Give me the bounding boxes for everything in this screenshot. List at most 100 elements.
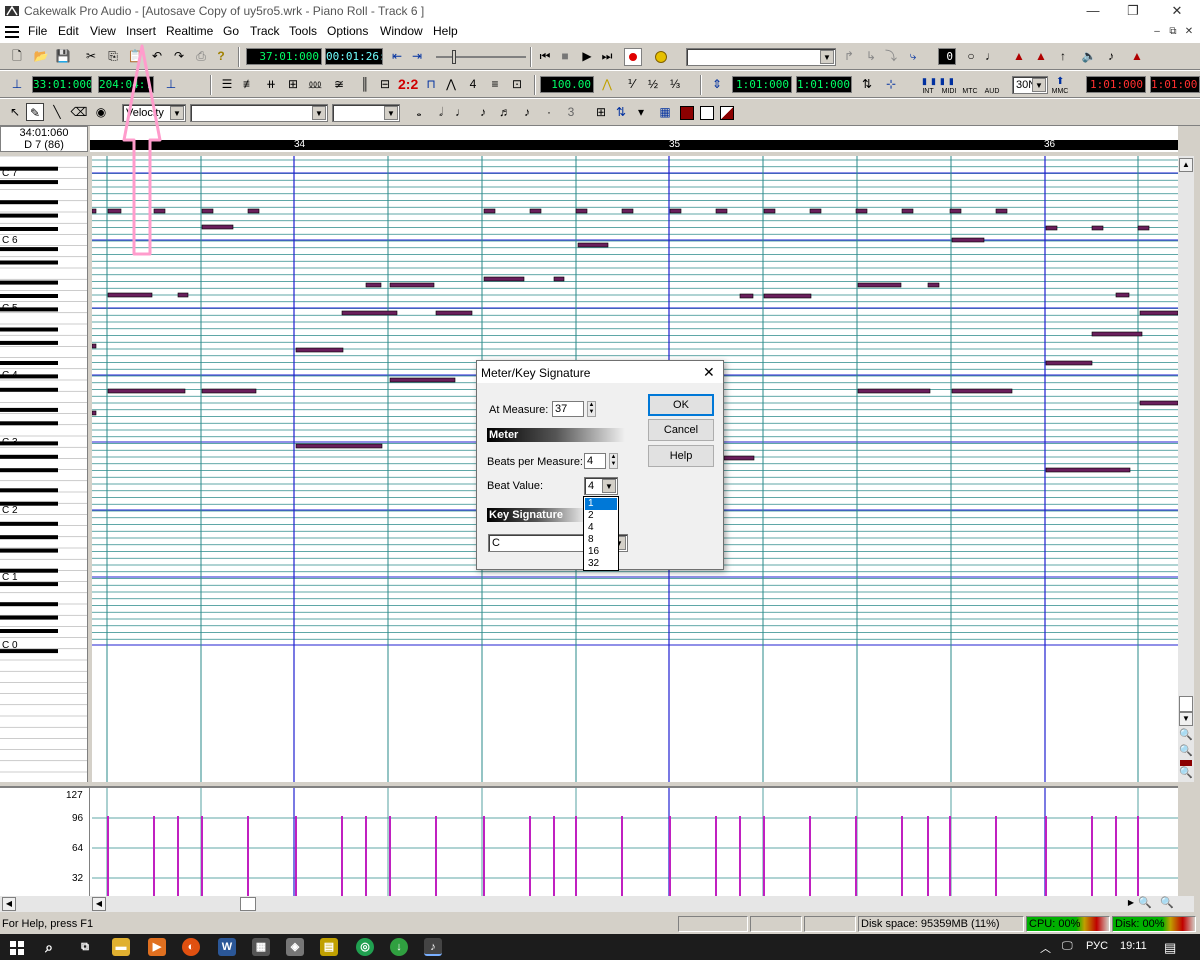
black-key[interactable] [0, 327, 58, 332]
go-to-end-icon[interactable]: ⏭ [598, 47, 616, 65]
scroll-right-icon[interactable]: ▶ [1124, 897, 1138, 911]
tempo-view-icon[interactable]: ⊓ [422, 75, 440, 93]
event-list-icon[interactable]: ⅏ [306, 75, 324, 93]
note-event[interactable] [949, 208, 962, 214]
note-event[interactable] [951, 237, 985, 243]
rewind-to-start-icon[interactable]: ⏮ [536, 47, 554, 65]
at-measure-spinner[interactable]: ▲ ▼ [587, 401, 596, 417]
black-key[interactable] [0, 387, 58, 392]
selection-from-display[interactable]: 33:01:000 [32, 76, 92, 93]
task-view-icon[interactable]: ⧉ [76, 938, 94, 956]
black-key[interactable] [0, 294, 58, 298]
menu-realtime[interactable]: Realtime [166, 24, 213, 38]
note-event[interactable] [1115, 292, 1130, 298]
sync-midi-label[interactable]: MIDI [940, 88, 958, 95]
vertical-scrollbar[interactable]: ▲ ▼ 🔍 🔍 🔍 [1178, 156, 1194, 782]
velocity-pane[interactable]: 127 96 64 32 [0, 786, 1178, 898]
scroll-left-2-icon[interactable]: ◀ [92, 897, 106, 911]
draw-tool-icon[interactable]: ✎ [26, 103, 44, 121]
tempo-ratio-3-icon[interactable]: ⅓ [666, 75, 684, 93]
zoom-out-horizontal-icon[interactable]: 🔍 [1138, 896, 1152, 909]
note-event[interactable] [92, 343, 97, 349]
stop-icon[interactable]: ■ [556, 47, 574, 65]
new-file-icon[interactable]: 🗋 [8, 47, 26, 65]
open-folder-icon[interactable]: 📂 [32, 47, 50, 65]
dialog-close-icon[interactable]: ✕ [703, 364, 715, 381]
sysx-view-icon[interactable]: ≡ [486, 75, 504, 93]
transpose-dropdown-icon[interactable]: ▾ [632, 103, 650, 121]
black-key[interactable] [0, 213, 58, 218]
close-button[interactable]: ✕ [1154, 0, 1200, 22]
beats-per-measure-input[interactable]: 4 [584, 453, 606, 469]
tempo-graph-icon[interactable]: ⋀ [442, 75, 460, 93]
scrub-tool-icon[interactable]: ◉ [92, 103, 110, 121]
calculator-icon[interactable]: ▦ [252, 938, 270, 956]
save-icon[interactable]: 💾 [54, 47, 72, 65]
step-back-icon[interactable]: ↱ [840, 47, 858, 65]
network-icon[interactable]: 🖵 [1062, 940, 1073, 953]
note-event[interactable] [715, 208, 728, 214]
note-event[interactable] [483, 208, 496, 214]
cakewalk-app-icon[interactable] [4, 3, 20, 19]
beat-option-2[interactable]: 2 [585, 510, 617, 522]
menu-tools[interactable]: Tools [289, 24, 317, 38]
zoom-in-horizontal-icon[interactable]: 🔍 [1160, 896, 1174, 909]
record-button[interactable] [624, 48, 642, 66]
menu-file[interactable]: File [28, 24, 47, 38]
loop-from-display[interactable]: 1:01:000 [732, 76, 792, 93]
app-icon-9[interactable]: ◎ [356, 938, 374, 956]
black-key[interactable] [0, 227, 58, 231]
sync-aud-label[interactable]: AUD [983, 88, 1001, 95]
track-view-icon[interactable]: ☰ [218, 75, 236, 93]
fps-combo[interactable]: 30N ▼ [1012, 76, 1048, 94]
note-event[interactable] [92, 208, 97, 214]
smpte-time-display[interactable]: 00:01:26:12 [325, 48, 383, 65]
beat-option-1[interactable]: 1 [585, 498, 617, 510]
black-key[interactable] [0, 280, 58, 285]
help-button[interactable]: Help [648, 445, 714, 467]
loop-icon[interactable]: ⇕ [708, 75, 726, 93]
marker-combo[interactable]: ▼ [686, 48, 836, 66]
scroll-left-icon[interactable]: ◀ [2, 897, 16, 911]
restore-button[interactable]: ❐ [1110, 0, 1156, 22]
black-key[interactable] [0, 200, 58, 205]
beat-value-combo[interactable]: 4 ▼ [584, 477, 618, 495]
note-event[interactable] [247, 208, 260, 214]
note-event[interactable] [1139, 400, 1178, 406]
black-key[interactable] [0, 615, 58, 620]
black-key[interactable] [0, 468, 58, 473]
snap-back-icon[interactable]: ⤵ [882, 47, 900, 65]
transpose-icon[interactable]: ⇅ [612, 103, 630, 121]
eighth-duration-icon[interactable]: ♪ [474, 103, 492, 121]
note-event[interactable] [389, 282, 435, 288]
sixteenth-duration-icon[interactable]: ♬ [496, 103, 514, 121]
note-event[interactable] [1045, 225, 1058, 231]
black-key[interactable] [0, 247, 58, 252]
torrent-icon[interactable]: ↓ [390, 938, 408, 956]
whole-duration-icon[interactable]: 𝅝 [410, 103, 428, 121]
app-icon-8[interactable]: ▤ [320, 938, 338, 956]
beats-per-measure-spinner[interactable]: ▲ ▼ [609, 453, 618, 469]
app-icon-7[interactable]: ◈ [286, 938, 304, 956]
horizontal-thumb[interactable] [240, 897, 256, 911]
note-color-icon[interactable] [680, 106, 694, 120]
note-event[interactable] [1139, 310, 1178, 316]
note-event[interactable] [295, 347, 344, 353]
eighth-note-icon[interactable]: ♪ [1102, 47, 1120, 65]
note-event[interactable] [577, 242, 609, 248]
beat-option-16[interactable]: 16 [585, 546, 617, 558]
menu-track[interactable]: Track [250, 24, 280, 38]
metronome-red-icon[interactable]: ▲ [1010, 47, 1028, 65]
punch-in-display[interactable]: 1:01:000 [1086, 76, 1146, 93]
note-event[interactable] [723, 455, 755, 461]
black-key[interactable] [0, 180, 58, 185]
black-key[interactable] [0, 602, 58, 607]
note-velocity-icon[interactable] [720, 106, 734, 120]
menu-insert[interactable]: Insert [126, 24, 156, 38]
whole-note-icon[interactable]: ○ [962, 47, 980, 65]
document-menu-icon[interactable] [5, 25, 21, 39]
notifications-icon[interactable]: ▤ [1164, 940, 1176, 956]
note-event[interactable] [1091, 331, 1143, 337]
tempo-ratio-2-icon[interactable]: ½ [644, 75, 662, 93]
note-event[interactable] [201, 208, 214, 214]
